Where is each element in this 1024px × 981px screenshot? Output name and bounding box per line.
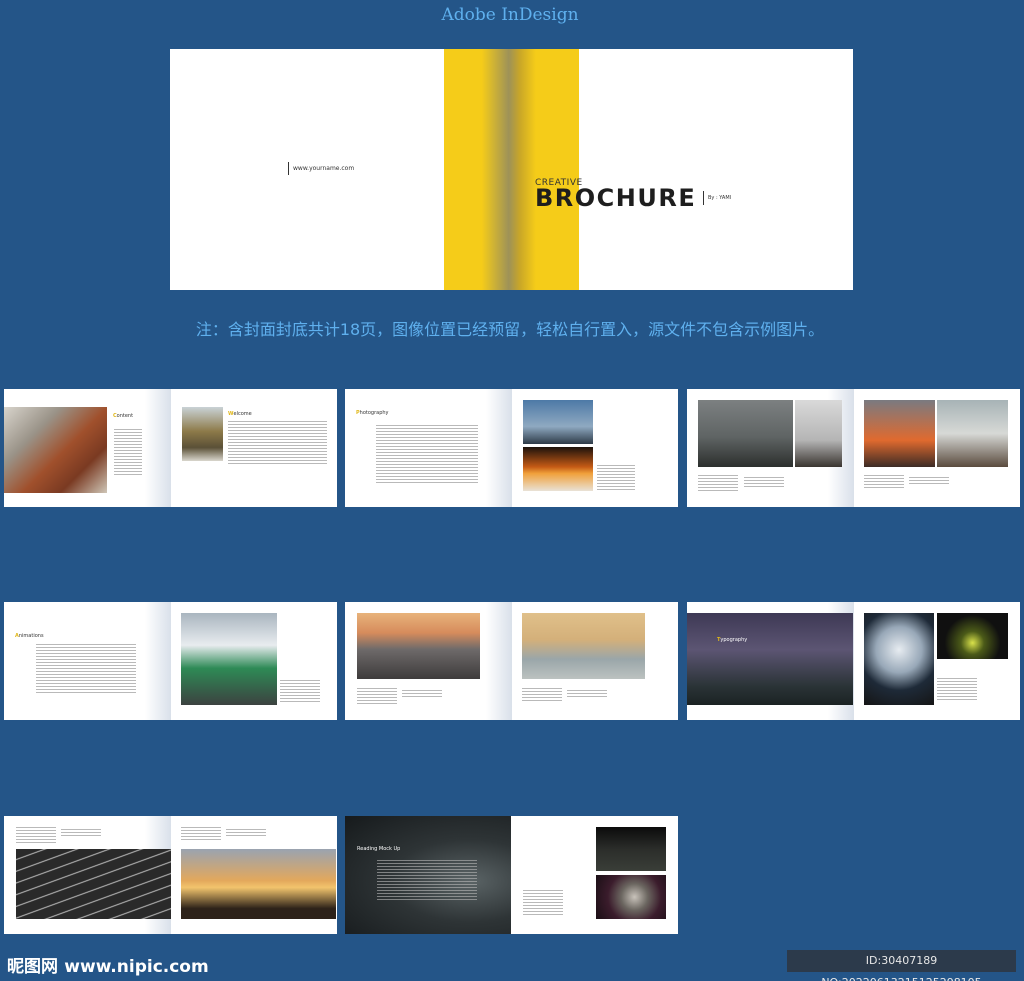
ship-photo <box>181 613 277 705</box>
caption-lines <box>909 477 949 486</box>
globe-photo <box>864 613 934 705</box>
spread-fold <box>486 389 512 507</box>
parking-lot-photo <box>16 849 171 919</box>
gas-mask-photo-2 <box>596 875 666 919</box>
toc-lines <box>114 429 142 477</box>
photography-heading: Photography <box>356 410 389 416</box>
body-text-lines <box>377 860 477 902</box>
body-text-lines <box>376 425 478 485</box>
caption-lines <box>567 690 607 699</box>
body-text-lines <box>36 644 136 695</box>
bottles-sunset-photo <box>181 849 336 919</box>
factory-photo-1 <box>698 400 793 467</box>
tower-photo <box>4 407 107 493</box>
spread-thumbnail-5 <box>345 602 678 720</box>
spread-thumbnail-7 <box>4 816 337 934</box>
spread-fold <box>145 389 171 507</box>
spread-thumbnail-4: Animations <box>4 602 337 720</box>
cover-author: By : YAMI <box>703 191 731 205</box>
glass-photo <box>937 613 1008 659</box>
caption-lines <box>16 827 56 845</box>
sea-sunset-photo <box>357 613 480 679</box>
animations-heading: Animations <box>15 633 44 639</box>
factory-photo-3 <box>864 400 935 467</box>
cover-yellow-stripe <box>444 49 579 290</box>
truck-photo <box>182 407 223 461</box>
factory-photo-2 <box>795 400 842 467</box>
spread-thumbnail-1: Content Welcome <box>4 389 337 507</box>
caption-lines <box>522 688 562 703</box>
caption-lines <box>864 475 904 490</box>
watermark-url: www.nipic.com <box>64 957 209 977</box>
caption-lines <box>402 690 442 699</box>
image-id-tag: ID:30407189 NO:20220613215125298105 <box>787 950 1016 981</box>
spread-thumbnail-3 <box>687 389 1020 507</box>
caption-lines <box>181 827 221 842</box>
sailboat-photo <box>522 613 645 679</box>
cover-brochure-title: BROCHURE <box>535 184 697 212</box>
caption-lines <box>357 688 397 706</box>
caption-lines <box>523 890 563 917</box>
caption-lines <box>597 465 635 492</box>
page-title: Adobe InDesign <box>441 5 579 25</box>
night-camp-photo <box>687 613 853 705</box>
chess-photo <box>523 447 593 491</box>
reading-mockup-heading: Reading Mock Up <box>357 846 401 852</box>
typography-heading: Typography <box>717 637 748 643</box>
gas-mask-photo-1 <box>596 827 666 871</box>
caption-lines <box>937 678 977 702</box>
spread-fold <box>486 602 512 720</box>
spread-thumbnail-6: Typography <box>687 602 1020 720</box>
content-heading: Content <box>113 413 134 419</box>
spread-thumbnail-2: Photography <box>345 389 678 507</box>
spread-thumbnail-8: Reading Mock Up <box>345 816 678 934</box>
watermark-logo: 昵图网 <box>7 957 58 977</box>
caption-lines <box>226 829 266 838</box>
cover-url: www.yourname.com <box>288 162 354 175</box>
spread-fold <box>145 602 171 720</box>
crane-photo <box>523 400 593 444</box>
caption-lines <box>744 477 784 489</box>
cover-spread: www.yourname.com CREATIVE BROCHURE By : … <box>170 49 853 290</box>
nipic-watermark: 昵图网 www.nipic.com <box>7 952 209 977</box>
welcome-heading: Welcome <box>228 411 252 417</box>
caption-lines <box>280 680 320 704</box>
description-note: 注：含封面封底共计18页，图像位置已经预留，轻松自行置入，源文件不包含示例图片。 <box>195 320 825 339</box>
body-text-lines <box>228 421 327 466</box>
caption-lines <box>61 829 101 838</box>
caption-lines <box>698 475 738 493</box>
factory-photo-4 <box>937 400 1008 467</box>
